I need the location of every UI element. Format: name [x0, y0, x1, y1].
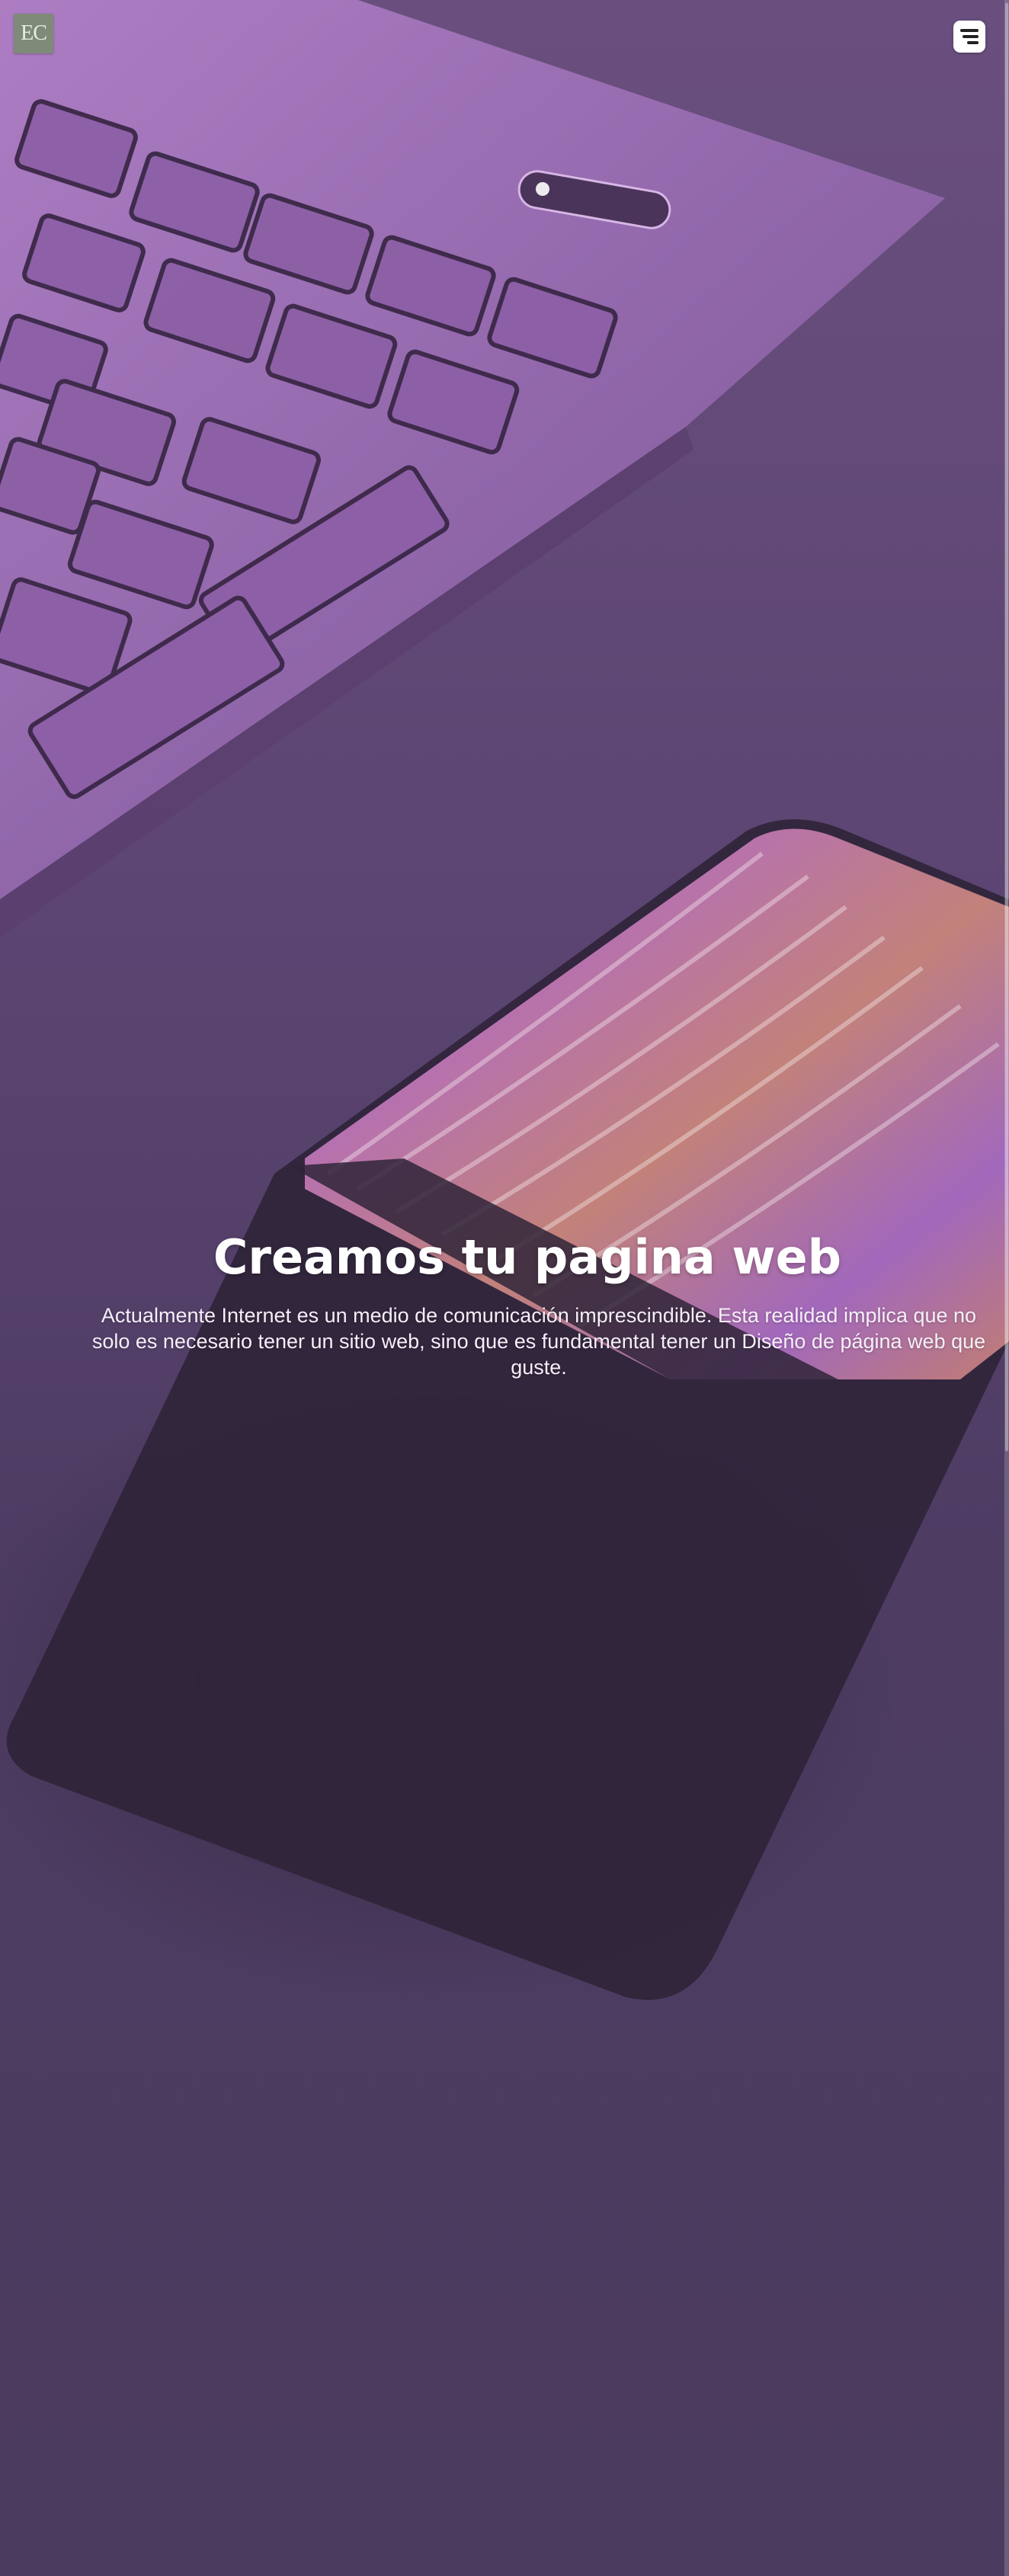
menu-icon-bar: [967, 41, 979, 44]
site-logo[interactable]: EC: [14, 14, 53, 53]
logo-text: EC: [21, 21, 47, 45]
menu-icon-bar: [963, 35, 979, 38]
menu-button[interactable]: [953, 21, 985, 53]
hero-section: EC Creamos tu pagina web Actualmente Int…: [0, 0, 1009, 2576]
hero-title: Creamos tu pagina web: [213, 1229, 842, 1285]
hero-content: Creamos tu pagina web Actualmente Intern…: [0, 1223, 1009, 1380]
hero-description: Actualmente Internet es un medio de comu…: [91, 1304, 986, 1379]
menu-icon-bar: [960, 29, 979, 32]
